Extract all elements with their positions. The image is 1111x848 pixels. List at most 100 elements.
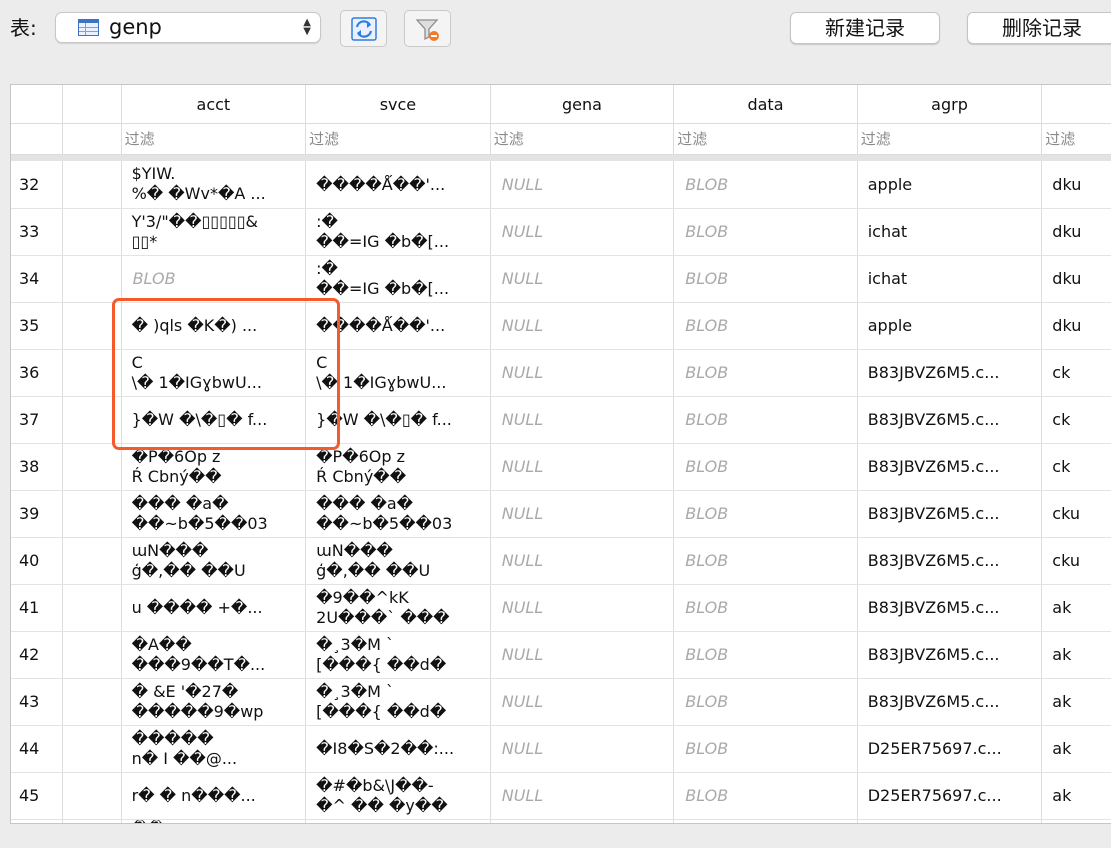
- column-header-svce[interactable]: svce: [305, 85, 491, 124]
- cell-next[interactable]: dku: [1041, 302, 1111, 350]
- row-number[interactable]: 33: [11, 208, 64, 256]
- row-number[interactable]: 44: [11, 725, 64, 773]
- cell-gena[interactable]: NULL: [490, 725, 675, 773]
- cell-data[interactable]: [673, 819, 858, 823]
- cell-data[interactable]: BLOB: [673, 490, 858, 538]
- row-number[interactable]: [11, 819, 64, 823]
- cell-svce[interactable]: C \� 1�IGɣbwU...: [305, 349, 491, 397]
- cell-next[interactable]: cku: [1041, 537, 1111, 585]
- cell-agrp[interactable]: apple: [857, 161, 1043, 209]
- cell-svce[interactable]: ����Ǻ��'...: [305, 161, 491, 209]
- row-number[interactable]: 38: [11, 443, 64, 491]
- cell-next[interactable]: ak: [1041, 678, 1111, 726]
- new-record-button[interactable]: 新建记录: [790, 12, 940, 44]
- cell-acct[interactable]: Y'3/"��▯▯▯▯▯& ▯▯*: [121, 208, 307, 256]
- cell-gena[interactable]: NULL: [490, 772, 675, 820]
- cell-data[interactable]: BLOB: [673, 255, 858, 303]
- cell-gena[interactable]: NULL: [490, 396, 675, 444]
- cell-data[interactable]: BLOB: [673, 302, 858, 350]
- cell-data[interactable]: BLOB: [673, 537, 858, 585]
- cell-agrp[interactable]: B83JBVZ6M5.c...: [857, 349, 1043, 397]
- cell-svce[interactable]: }�W �\�▯� f...: [305, 396, 491, 444]
- cell-acct[interactable]: $YIW. %� �Wv*�A ...: [121, 161, 307, 209]
- table-row[interactable]: 36 C \� 1�IGɣbwU... C \� 1�IGɣbwU... NULL BLOB…: [11, 349, 1111, 397]
- cell-gena[interactable]: NULL: [490, 161, 675, 209]
- row-number[interactable]: 35: [11, 302, 64, 350]
- cell-next[interactable]: ck: [1041, 349, 1111, 397]
- column-header-next[interactable]: [1041, 85, 1111, 124]
- clear-filter-button[interactable]: [404, 10, 451, 47]
- table-row[interactable]: 32 $YIW. %� �Wv*�A ... ����Ǻ��'... NULL BLOB a…: [11, 161, 1111, 209]
- cell-gena[interactable]: NULL: [490, 678, 675, 726]
- cell-data[interactable]: BLOB: [673, 631, 858, 679]
- cell-data[interactable]: BLOB: [673, 725, 858, 773]
- cell-gena[interactable]: NULL: [490, 443, 675, 491]
- table-row[interactable]: 45 r� � n���... �#�b&\J��- �^ �� �y�� NULL BL…: [11, 772, 1111, 820]
- cell-gena[interactable]: NULL: [490, 584, 675, 632]
- table-row[interactable]: 42 �A�� ���9��T�... �¸3�M ` [���{ ��d� NULL BL…: [11, 631, 1111, 679]
- cell-data[interactable]: BLOB: [673, 772, 858, 820]
- cell-acct[interactable]: ɯN��� ģ�,�� ��U: [121, 537, 307, 585]
- filter-input-agrp[interactable]: 过滤: [857, 123, 1043, 155]
- cell-agrp[interactable]: B83JBVZ6M5.c...: [857, 678, 1043, 726]
- cell-agrp[interactable]: ichat: [857, 208, 1043, 256]
- table-row[interactable]: 34 BLOB:� ��=IG �b�[... NULL BLOB ichat dku: [11, 255, 1111, 303]
- cell-svce[interactable]: �P�6Op zŔ Cbný��: [305, 443, 491, 491]
- cell-acct[interactable]: �A�� ���9��T�...: [121, 631, 307, 679]
- cell-next[interactable]: ck: [1041, 396, 1111, 444]
- table-row[interactable]: ��: [11, 819, 1111, 823]
- table-row[interactable]: 40 ɯN��� ģ�,�� ��U ɯN��� ģ�,�� ��U NULL BLOB B8…: [11, 537, 1111, 585]
- cell-agrp[interactable]: B83JBVZ6M5.c...: [857, 396, 1043, 444]
- cell-acct[interactable]: }�W �\�▯� f...: [121, 396, 307, 444]
- table-row[interactable]: 44 ����� n� I ��@... �I8�S�2��:... NULL BLOB D…: [11, 725, 1111, 773]
- cell-svce[interactable]: ɯN��� ģ�,�� ��U: [305, 537, 491, 585]
- cell-agrp[interactable]: D25ER75697.c...: [857, 772, 1043, 820]
- cell-gena[interactable]: NULL: [490, 490, 675, 538]
- filter-input-gena[interactable]: 过滤: [490, 123, 675, 155]
- cell-acct[interactable]: � )qls �K�) ...: [121, 302, 307, 350]
- cell-acct[interactable]: ��� �a� ��~b�5��03: [121, 490, 307, 538]
- cell-svce[interactable]: �#�b&\J��- �^ �� �y��: [305, 772, 491, 820]
- refresh-button[interactable]: [340, 10, 387, 47]
- cell-acct[interactable]: ��: [121, 819, 307, 823]
- row-number[interactable]: 40: [11, 537, 64, 585]
- row-number[interactable]: 39: [11, 490, 64, 538]
- cell-data[interactable]: BLOB: [673, 349, 858, 397]
- cell-next[interactable]: dku: [1041, 208, 1111, 256]
- table-row[interactable]: 33 Y'3/"��▯▯▯▯▯& ▯▯*:� ��=IG �b�[... NULL BLO…: [11, 208, 1111, 256]
- column-header-gena[interactable]: gena: [490, 85, 675, 124]
- row-number[interactable]: 41: [11, 584, 64, 632]
- delete-record-button[interactable]: 删除记录: [967, 12, 1111, 44]
- cell-acct[interactable]: BLOB: [121, 255, 307, 303]
- cell-gena[interactable]: NULL: [490, 631, 675, 679]
- column-header-data[interactable]: data: [673, 85, 858, 124]
- filter-input-data[interactable]: 过滤: [673, 123, 858, 155]
- column-header-agrp[interactable]: agrp: [857, 85, 1043, 124]
- column-header-acct[interactable]: acct: [121, 85, 307, 124]
- cell-acct[interactable]: u ���� +�...: [121, 584, 307, 632]
- filter-input-next[interactable]: 过滤: [1041, 123, 1111, 155]
- cell-gena[interactable]: [490, 819, 675, 823]
- cell-data[interactable]: BLOB: [673, 396, 858, 444]
- cell-gena[interactable]: NULL: [490, 302, 675, 350]
- row-number[interactable]: 42: [11, 631, 64, 679]
- table-select[interactable]: genp ▲ ▼: [55, 12, 321, 43]
- row-number[interactable]: 43: [11, 678, 64, 726]
- cell-next[interactable]: dku: [1041, 161, 1111, 209]
- cell-data[interactable]: BLOB: [673, 208, 858, 256]
- table-row[interactable]: 35 � )qls �K�) ... ����Ǻ��'... NULL BLOB app…: [11, 302, 1111, 350]
- cell-agrp[interactable]: ichat: [857, 255, 1043, 303]
- cell-svce[interactable]: �¸3�M ` [���{ ��d�: [305, 631, 491, 679]
- cell-svce[interactable]: �9��^kK 2U���` ���: [305, 584, 491, 632]
- cell-acct[interactable]: C \� 1�IGɣbwU...: [121, 349, 307, 397]
- cell-next[interactable]: ak: [1041, 584, 1111, 632]
- cell-next[interactable]: cku: [1041, 490, 1111, 538]
- table-row[interactable]: 37}�W �\�▯� f...}�W �\�▯� f... NULL BLOB B8…: [11, 396, 1111, 444]
- cell-data[interactable]: BLOB: [673, 443, 858, 491]
- cell-agrp[interactable]: B83JBVZ6M5.c...: [857, 584, 1043, 632]
- cell-gena[interactable]: NULL: [490, 537, 675, 585]
- cell-data[interactable]: BLOB: [673, 678, 858, 726]
- row-number[interactable]: 32: [11, 161, 64, 209]
- cell-next[interactable]: ak: [1041, 772, 1111, 820]
- cell-svce[interactable]: [305, 819, 491, 823]
